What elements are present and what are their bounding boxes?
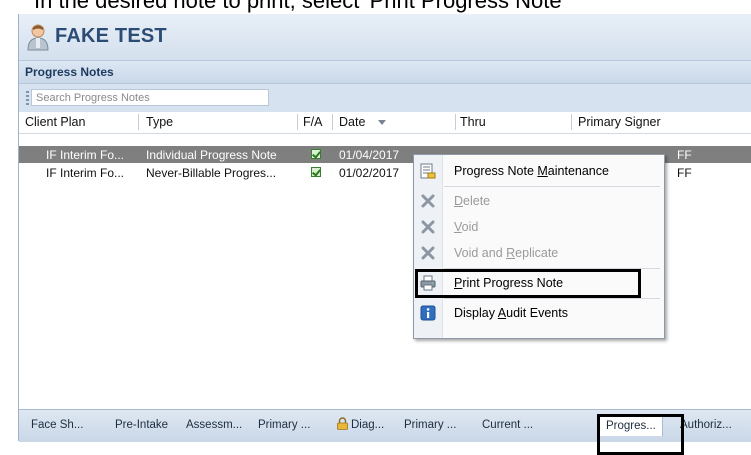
lock-icon: [337, 417, 348, 430]
column-separator[interactable]: [332, 114, 333, 130]
column-separator[interactable]: [455, 114, 456, 130]
column-header-client-plan[interactable]: Client Plan: [25, 115, 85, 129]
menu-item-void[interactable]: Void: [414, 215, 664, 239]
cell-primary-signer: FF: [677, 148, 692, 162]
menu-divider: [444, 298, 660, 299]
grid-header: Client Plan Type F/A Date Thru Primary S…: [19, 112, 751, 134]
menu-item-label: Display Audit Events: [454, 306, 568, 320]
cell-client-plan: IF Interim Fo...: [46, 148, 125, 162]
menu-item-label: Progress Note Maintenance: [454, 164, 609, 178]
context-menu: Progress Note Maintenance Delete Void Vo…: [413, 154, 665, 339]
tab-authorizations[interactable]: Authoriz...: [680, 419, 732, 431]
client-window: FAKE TEST Progress Notes Client Plan Typ…: [18, 14, 751, 455]
menu-item-delete[interactable]: Delete: [414, 189, 664, 213]
instruction-caption-text: In the desired note to print, select 'Pr…: [34, 0, 566, 13]
instruction-caption: In the desired note to print, select 'Pr…: [0, 0, 751, 14]
menu-item-void-and-replicate[interactable]: Void and Replicate: [414, 241, 664, 265]
menu-item-label: Delete: [454, 194, 491, 208]
menu-divider: [444, 186, 660, 187]
section-bar: Progress Notes: [19, 60, 751, 84]
client-header: FAKE TEST: [19, 14, 751, 60]
column-header-type[interactable]: Type: [146, 115, 173, 129]
search-input[interactable]: [31, 89, 269, 106]
tab-assessment[interactable]: Assessm...: [186, 419, 242, 431]
cell-type: Never-Billable Progres...: [146, 166, 277, 180]
tab-diagnosis[interactable]: Diag...: [351, 419, 384, 431]
fa-checkbox[interactable]: [311, 149, 321, 159]
cell-date: 01/04/2017: [339, 148, 400, 162]
column-separator[interactable]: [297, 114, 298, 130]
info-icon: [420, 305, 436, 321]
client-name: FAKE TEST: [55, 25, 167, 47]
fa-checkbox[interactable]: [311, 167, 321, 177]
person-icon: [27, 24, 49, 51]
column-separator[interactable]: [571, 114, 572, 130]
callout-tab-highlight: [597, 414, 684, 455]
void-x-icon: [421, 220, 435, 234]
menu-item-progress-note-maintenance[interactable]: Progress Note Maintenance: [414, 159, 664, 183]
cell-primary-signer: FF: [677, 166, 692, 180]
menu-item-label: Void and Replicate: [454, 246, 559, 260]
column-header-date[interactable]: Date: [339, 115, 365, 129]
search-strip: [19, 84, 751, 112]
delete-x-icon: [421, 194, 435, 208]
void-replicate-x-icon: [421, 246, 435, 260]
toolbar-grip[interactable]: [26, 91, 29, 105]
menu-item-display-audit-events[interactable]: Display Audit Events: [414, 301, 664, 325]
menu-item-label: Void: [454, 220, 479, 234]
section-title: Progress Notes: [25, 65, 114, 79]
tab-primary-2[interactable]: Primary ...: [404, 419, 456, 431]
cell-date: 01/02/2017: [339, 166, 400, 180]
cell-type: Individual Progress Note: [146, 148, 277, 162]
maintenance-icon: [420, 163, 436, 179]
tab-face-sheet[interactable]: Face Sh...: [31, 419, 83, 431]
cell-client-plan: IF Interim Fo...: [46, 166, 125, 180]
column-separator[interactable]: [138, 114, 139, 130]
column-header-fa[interactable]: F/A: [303, 115, 322, 129]
sort-descending-icon: [378, 120, 386, 125]
column-header-primary-signer[interactable]: Primary Signer: [578, 115, 661, 129]
tab-pre-intake[interactable]: Pre-Intake: [115, 419, 168, 431]
tab-current[interactable]: Current ...: [482, 419, 533, 431]
column-header-thru[interactable]: Thru: [460, 115, 486, 129]
callout-print-highlight: [415, 269, 641, 298]
tab-primary-1[interactable]: Primary ...: [258, 419, 310, 431]
